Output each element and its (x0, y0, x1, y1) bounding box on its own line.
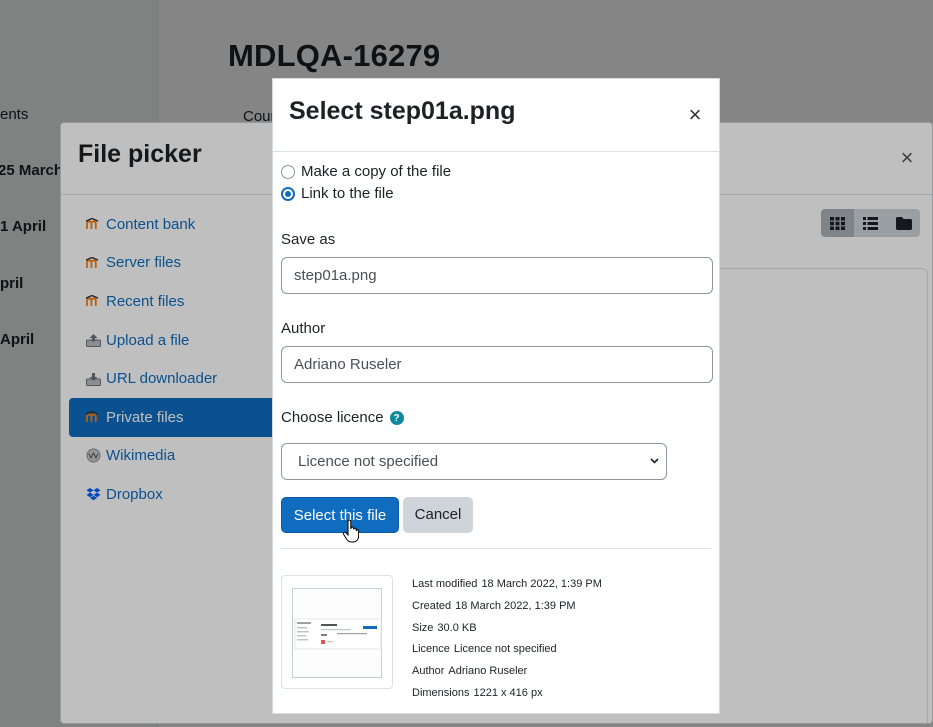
created-key: Created (412, 599, 452, 612)
licence-select[interactable]: Licence not specified (281, 443, 667, 480)
dimensions-value: 1221 x 416 px (473, 686, 543, 699)
created-row: Created 18 March 2022, 1:39 PM (412, 596, 602, 618)
author-label: Author (281, 320, 326, 337)
help-icon[interactable]: ? (389, 411, 404, 426)
created-value: 18 March 2022, 1:39 PM (455, 599, 576, 612)
select-file-header: Select step01a.png × (273, 79, 719, 152)
licence-value: Licence not specified (453, 643, 557, 656)
licence-label-row: Choose licence? (281, 409, 404, 426)
link-file-radio[interactable] (281, 186, 295, 201)
author-input[interactable]: Adriano Ruseler (281, 346, 713, 383)
dimensions-row: Dimensions 1221 x 416 px (412, 683, 602, 705)
save-as-input[interactable]: step01a.png (281, 257, 713, 294)
licence-row: Licence Licence not specified (412, 639, 602, 661)
last-modified-row: Last modified 18 March 2022, 1:39 PM (412, 574, 602, 596)
size-row: Size 30.0 KB (412, 618, 602, 640)
dimensions-key: Dimensions (412, 686, 470, 699)
select-file-title: Select step01a.png (289, 97, 516, 125)
copy-file-option[interactable]: Make a copy of the file (281, 163, 451, 180)
licence-select-value: Licence not specified (298, 453, 439, 470)
licence-key: Licence (412, 643, 450, 656)
select-file-dialog: Select step01a.png × Make a copy of the … (272, 78, 720, 714)
author-key: Author (412, 665, 445, 678)
select-this-file-button[interactable]: Select this file (281, 497, 399, 533)
file-details: Last modified 18 March 2022, 1:39 PM Crea… (412, 574, 602, 705)
size-key: Size (412, 621, 434, 634)
licence-label: Choose licence (281, 409, 384, 426)
close-icon[interactable]: × (687, 104, 703, 126)
link-file-label: Link to the file (301, 185, 394, 202)
link-file-option[interactable]: Link to the file (281, 185, 394, 202)
chevron-down-icon (650, 458, 659, 464)
save-as-label: Save as (281, 231, 336, 248)
divider (281, 548, 711, 549)
size-value: 30.0 KB (437, 621, 477, 634)
copy-file-radio[interactable] (281, 164, 295, 179)
cancel-button[interactable]: Cancel (403, 497, 473, 533)
copy-file-label: Make a copy of the file (301, 163, 452, 180)
image-preview (292, 588, 382, 678)
author-row: Author Adriano Ruseler (412, 661, 602, 683)
author-value: Adriano Ruseler (448, 665, 528, 678)
file-thumbnail (281, 575, 393, 689)
last-modified-key: Last modified (412, 578, 478, 590)
last-modified-value: 18 March 2022, 1:39 PM (481, 578, 602, 590)
hand-cursor-icon (343, 520, 359, 543)
